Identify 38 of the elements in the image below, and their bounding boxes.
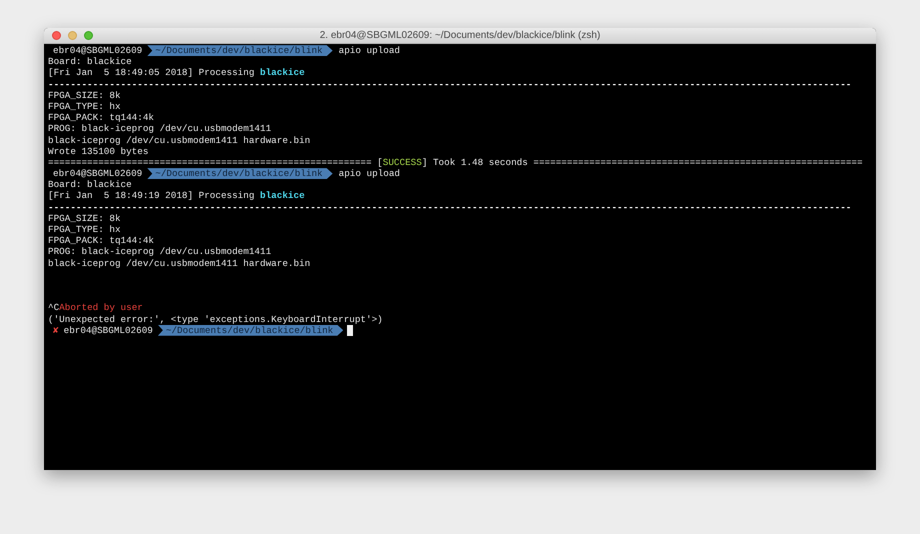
terminal-output: PROG: black-iceprog /dev/cu.usbmodem1411 [48, 123, 272, 134]
window-title: 2. ebr04@SBGML02609: ~/Documents/dev/blackice/blink (zsh) [320, 28, 600, 42]
terminal-output: Board: blackice [48, 179, 132, 190]
terminal-output: black-iceprog /dev/cu.usbmodem1411 hardware.bin [48, 258, 310, 269]
prompt-path: ~/Documents/dev/blackice/blink [158, 324, 344, 336]
terminal-output: black-iceprog /dev/cu.usbmodem1411 hardware.bin [48, 134, 310, 146]
terminal-output: ------------------------------------------------------------------------------------------------------------------------------------------------ [48, 202, 852, 213]
prompt-user: ebr04@SBGML02609 [52, 45, 144, 56]
terminal-output: FPGA_PACK: tq144:4k [48, 112, 154, 124]
terminal-output: ------------------------------------------------------------------------------------------------------------------------------------------------ [48, 78, 852, 90]
terminal-output: SUCCESS [382, 156, 422, 168]
terminal-output: ========================================================== [ [48, 156, 383, 168]
prompt-command: apio upload [338, 168, 400, 180]
terminal-output: Aborted by user [59, 302, 143, 314]
terminal-output: ] Took 1.48 seconds =========================================================== [422, 156, 863, 168]
terminal-output: [Fri Jan 5 18:49:19 2018] Processing [48, 190, 256, 202]
maximize-button[interactable] [84, 31, 93, 40]
terminal-output: Wrote 135100 bytes [48, 146, 148, 157]
terminal-output: ('Unexpected error:', <type 'exceptions.KeyboardInterrupt'>) [48, 314, 383, 325]
terminal-output: FPGA_TYPE: hx [48, 224, 121, 236]
prompt-path: ~/Documents/dev/blackice/blink [147, 168, 333, 180]
minimize-button[interactable] [68, 31, 77, 40]
terminal-output: FPGA_SIZE: 8k [48, 212, 121, 224]
prompt-command: apio upload [338, 45, 400, 56]
terminal-output: blackice [260, 190, 305, 202]
terminal-output: blackice [260, 67, 305, 79]
terminal-output: FPGA_TYPE: hx [48, 100, 121, 112]
terminal-output: FPGA_SIZE: 8k [48, 90, 121, 101]
terminal-output: PROG: black-iceprog /dev/cu.usbmodem1411 [48, 246, 272, 258]
terminal-output: FPGA_PACK: tq144:4k [48, 235, 154, 246]
terminal-output: ^C [48, 302, 60, 314]
prompt-path: ~/Documents/dev/blackice/blink [147, 45, 333, 56]
error-mark: ✘ [53, 324, 59, 336]
prompt-user: ebr04@SBGML02609 [64, 324, 154, 336]
terminal-output: Board: blackice [48, 56, 132, 68]
terminal-output: [Fri Jan 5 18:49:05 2018] Processing [48, 67, 256, 79]
close-button[interactable] [52, 31, 61, 40]
prompt-user: ebr04@SBGML02609 [52, 168, 144, 180]
